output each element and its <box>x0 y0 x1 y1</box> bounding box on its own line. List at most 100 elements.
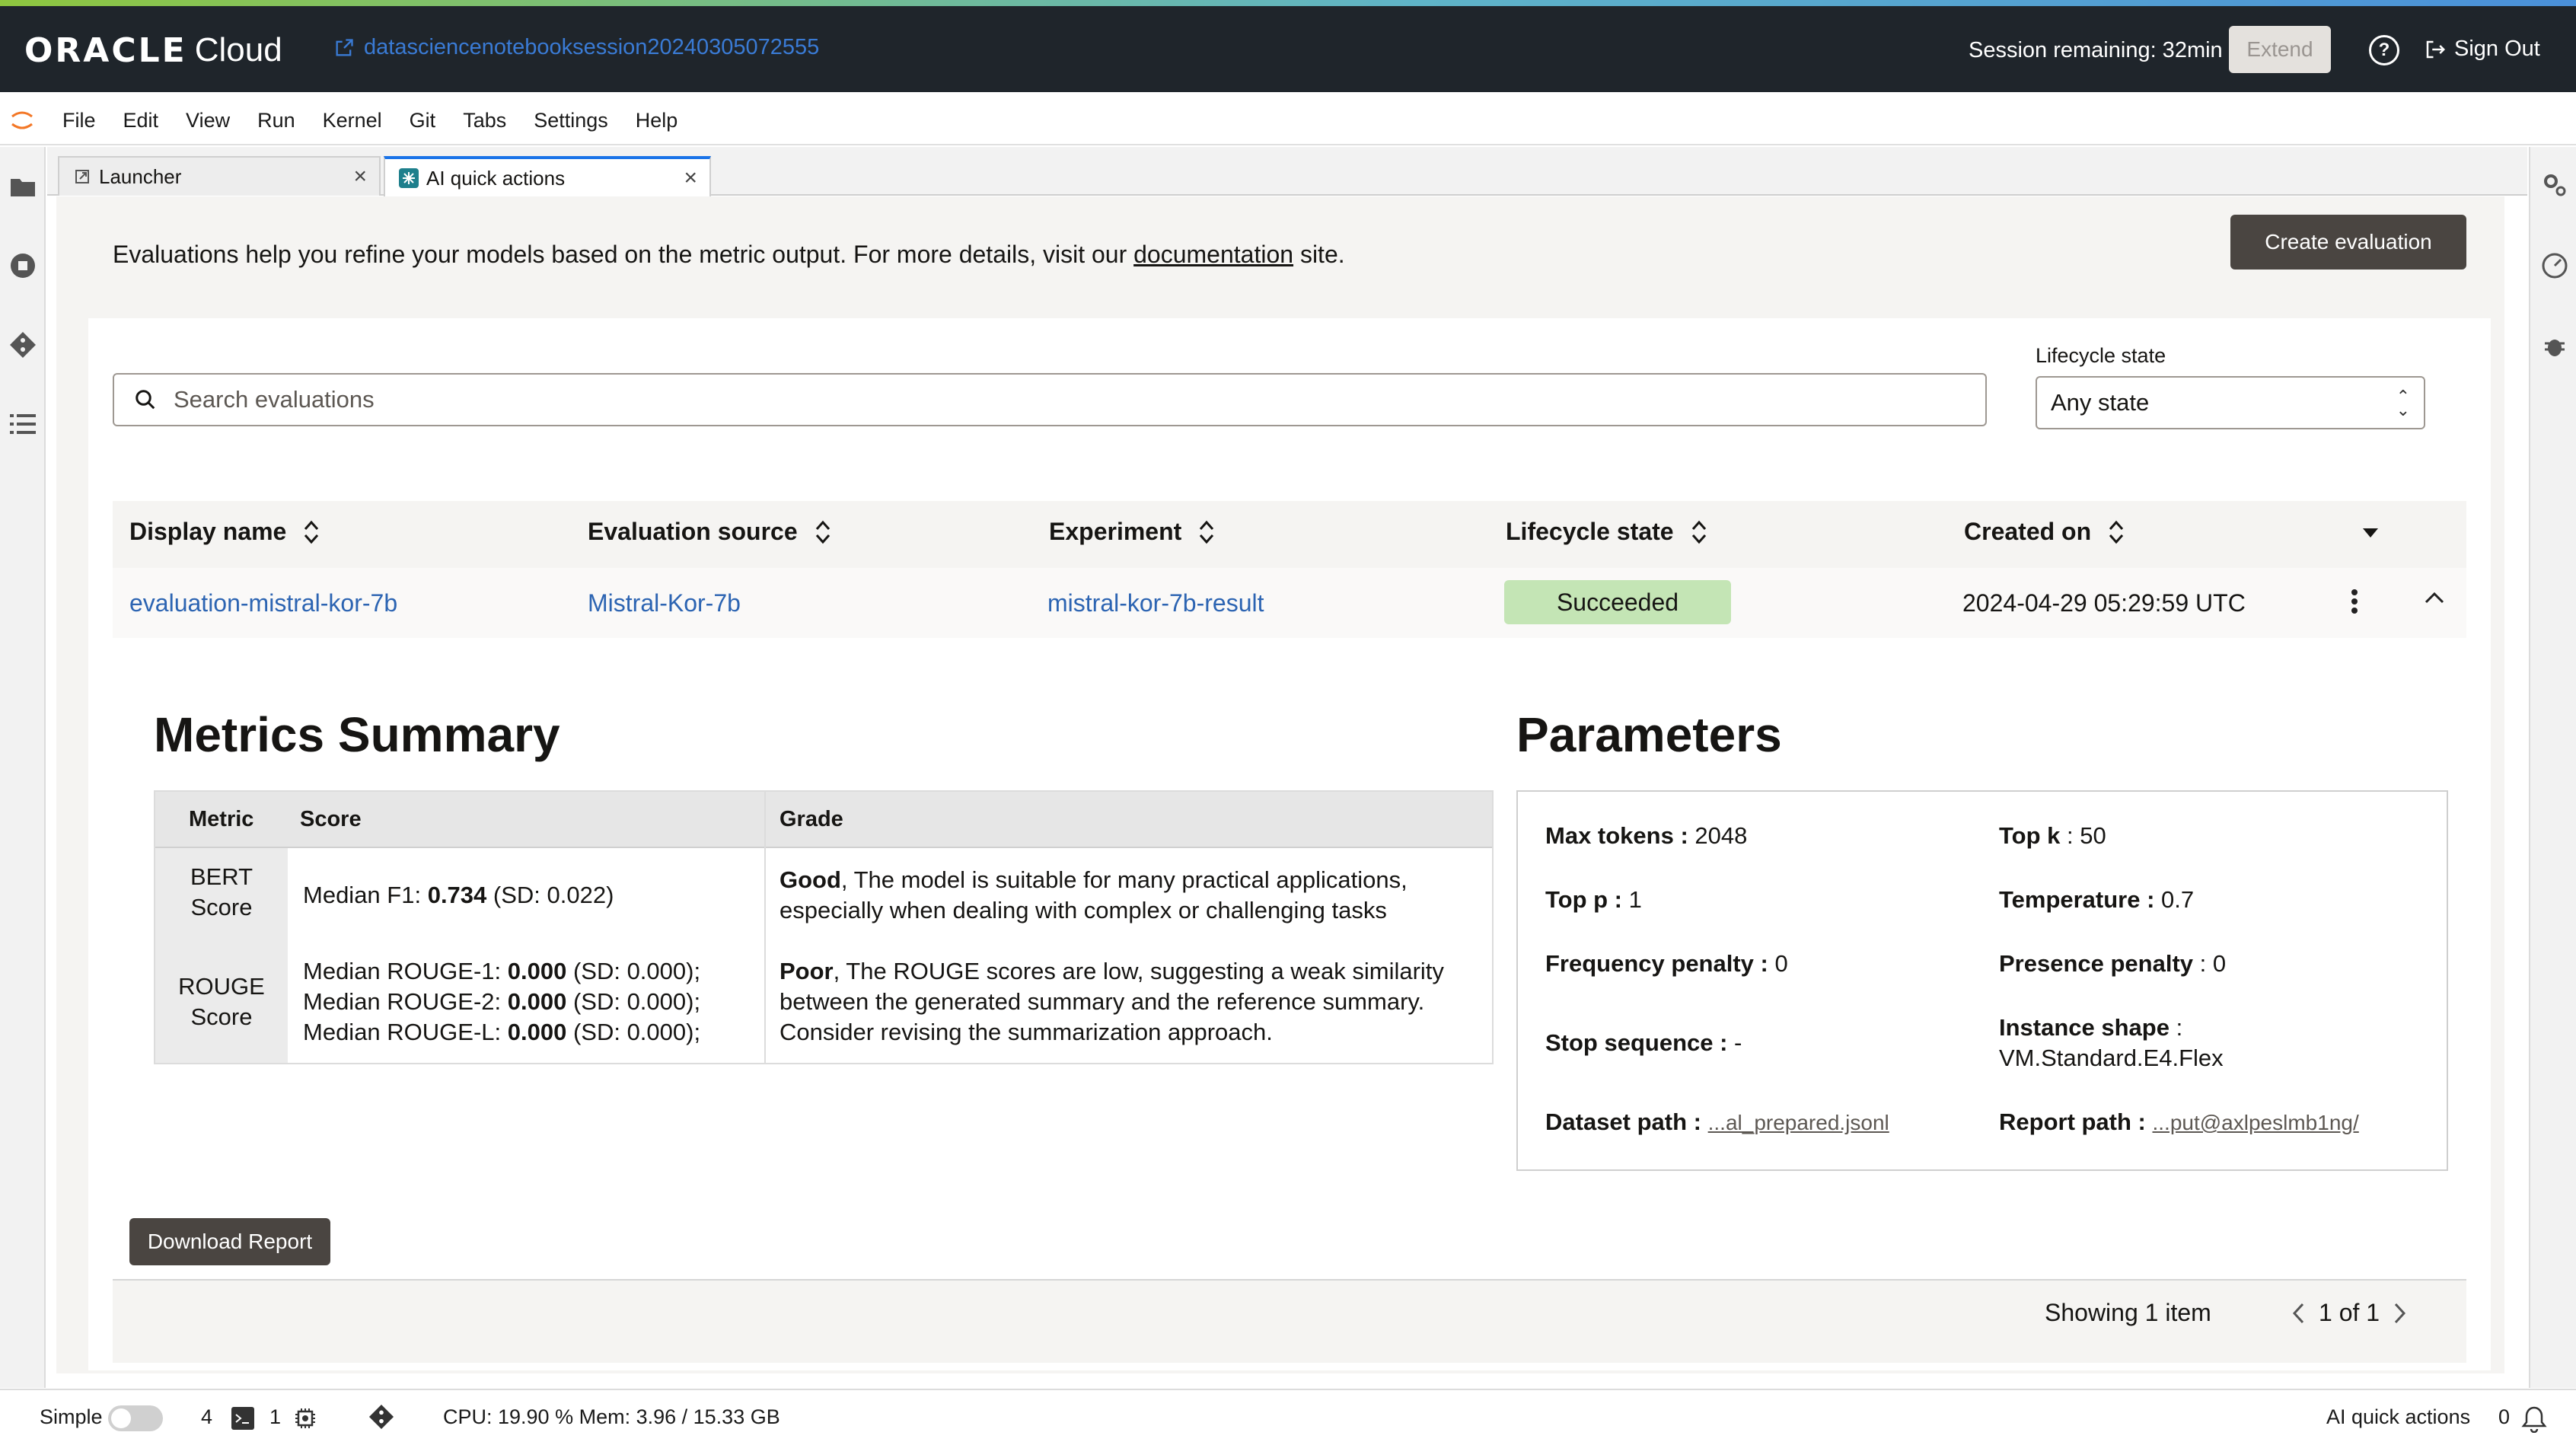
menu-tabs[interactable]: Tabs <box>463 109 506 132</box>
ai-quick-actions-icon <box>399 168 419 188</box>
column-display-name[interactable]: Display name <box>129 518 320 546</box>
status-bar: Simple 4 1 CPU: 19.90 % Mem: 3.96 / 15.3… <box>0 1389 2576 1445</box>
param-dataset-path: Dataset path : ...al_prepared.jsonl <box>1545 1107 1889 1138</box>
param-top-p-key: Top p : <box>1545 886 1622 913</box>
menu-git[interactable]: Git <box>410 109 436 132</box>
param-report-path: Report path : ...put@axlpeslmb1ng/ <box>1999 1107 2359 1138</box>
column-experiment-label: Experiment <box>1049 518 1182 545</box>
download-report-button[interactable]: Download Report <box>129 1218 330 1265</box>
evaluation-source-link[interactable]: Mistral-Kor-7b <box>588 589 741 617</box>
brand-cloud: Cloud <box>194 31 282 69</box>
score-rouge-2-prefix: Median ROUGE-2: <box>303 988 508 1015</box>
dataset-path-link[interactable]: ...al_prepared.jsonl <box>1708 1111 1889 1134</box>
running-sessions-icon[interactable] <box>8 250 38 281</box>
score-bert-value: 0.734 <box>427 882 487 908</box>
search-placeholder: Search evaluations <box>174 386 375 413</box>
menu-help[interactable]: Help <box>636 109 678 132</box>
metrics-header-score: Score <box>300 807 362 831</box>
column-created-on[interactable]: Created on <box>1964 518 2125 546</box>
close-icon[interactable]: × <box>353 164 367 190</box>
param-dataset-path-key: Dataset path : <box>1545 1108 1701 1135</box>
toggle-knob <box>111 1408 131 1428</box>
column-menu-caret-icon[interactable] <box>2361 527 2380 539</box>
score-rouge-1-suffix: (SD: 0.000); <box>566 958 701 984</box>
oracle-cloud-logo[interactable]: ORACLE Cloud <box>24 29 282 72</box>
param-instance-shape-key: Instance shape <box>1999 1014 2170 1041</box>
grade-rouge-line3: Consider revising the summarization appr… <box>779 1019 1273 1045</box>
param-temperature-key: Temperature : <box>1999 886 2155 913</box>
experiment-link[interactable]: mistral-kor-7b-result <box>1047 589 1264 617</box>
menu-view[interactable]: View <box>186 109 230 132</box>
session-remaining: Session remaining: 32min <box>1969 38 2223 62</box>
property-inspector-icon[interactable] <box>2539 170 2570 200</box>
simple-mode-toggle[interactable] <box>108 1405 163 1431</box>
terminal-icon[interactable] <box>231 1407 254 1430</box>
extend-button[interactable]: Extend <box>2229 26 2331 73</box>
param-top-p: Top p : 1 <box>1545 885 1642 915</box>
score-bert-suffix: (SD: 0.022) <box>486 882 614 908</box>
column-lifecycle-state-label: Lifecycle state <box>1506 518 1674 545</box>
search-icon <box>135 390 155 410</box>
collapse-chevron-up-icon[interactable] <box>2424 591 2445 604</box>
debugger-icon[interactable] <box>2539 331 2570 362</box>
notebook-session-name: datasciencenotebooksession20240305072555 <box>364 35 820 59</box>
intro-text-before: Evaluations help you refine your models … <box>113 241 1134 268</box>
sign-out-icon <box>2426 40 2446 58</box>
metric-rouge-line2: Score <box>190 1003 253 1030</box>
sort-icon <box>304 520 319 544</box>
documentation-link[interactable]: documentation <box>1133 241 1293 268</box>
gauge-icon[interactable] <box>2539 250 2570 281</box>
menu-settings[interactable]: Settings <box>534 109 608 132</box>
grade-rouge: Poor, The ROUGE scores are low, suggesti… <box>779 956 1444 1048</box>
param-report-path-key: Report path : <box>1999 1108 2146 1135</box>
param-temperature: Temperature : 0.7 <box>1999 885 2194 915</box>
param-max-tokens: Max tokens : 2048 <box>1545 821 1747 851</box>
parameters-title: Parameters <box>1516 707 1782 762</box>
lifecycle-filter-select[interactable]: Any state ⌃ ⌄ <box>2036 376 2425 429</box>
table-row[interactable]: evaluation-mistral-kor-7b Mistral-Kor-7b… <box>113 568 2466 638</box>
previous-page-icon[interactable] <box>2291 1301 2305 1325</box>
column-evaluation-source[interactable]: Evaluation source <box>588 518 831 546</box>
row-actions-kebab-icon[interactable] <box>2351 588 2358 615</box>
report-path-link[interactable]: ...put@axlpeslmb1ng/ <box>2153 1111 2359 1134</box>
notebook-session-link[interactable]: datasciencenotebooksession20240305072555 <box>333 35 819 60</box>
grade-rouge-line1: , The ROUGE scores are low, suggesting a… <box>833 958 1444 984</box>
kernel-chip-icon[interactable] <box>294 1407 317 1430</box>
param-top-k: Top k : 50 <box>1999 821 2106 851</box>
sign-out-button[interactable]: Sign Out <box>2424 37 2540 62</box>
table-of-contents-icon[interactable] <box>8 409 38 439</box>
column-lifecycle-state[interactable]: Lifecycle state <box>1506 518 1707 546</box>
git-icon[interactable] <box>8 330 38 360</box>
grade-bert-line2: especially when dealing with complex or … <box>779 897 1387 923</box>
score-rouge-l-prefix: Median ROUGE-L: <box>303 1019 508 1045</box>
column-experiment[interactable]: Experiment <box>1049 518 1215 546</box>
pagination: 1 of 1 <box>2291 1299 2407 1327</box>
kernel-count: 1 <box>269 1405 282 1428</box>
next-page-icon[interactable] <box>2393 1301 2407 1325</box>
folder-icon[interactable] <box>8 171 38 202</box>
table-header: Display name Evaluation source Experimen… <box>113 501 2466 568</box>
score-rouge-2-suffix: (SD: 0.000); <box>566 988 701 1015</box>
close-icon[interactable]: × <box>684 165 697 191</box>
score-rouge-l-suffix: (SD: 0.000); <box>566 1019 701 1045</box>
evaluation-name-link[interactable]: evaluation-mistral-kor-7b <box>129 589 397 617</box>
jupyter-logo-icon[interactable] <box>9 107 35 133</box>
create-evaluation-button[interactable]: Create evaluation <box>2230 215 2466 270</box>
metrics-table-header: Metric Score Grade <box>155 792 1492 848</box>
git-status-icon[interactable] <box>368 1404 394 1430</box>
sort-icon <box>1691 520 1706 544</box>
menu-edit[interactable]: Edit <box>123 109 159 132</box>
tab-ai-quick-actions[interactable]: AI quick actions × <box>384 156 711 197</box>
bell-icon[interactable] <box>2521 1405 2547 1433</box>
tab-launcher[interactable]: Launcher × <box>58 156 381 196</box>
menu-run[interactable]: Run <box>257 109 295 132</box>
column-created-on-label: Created on <box>1964 518 2092 545</box>
menu-kernel[interactable]: Kernel <box>323 109 382 132</box>
help-icon[interactable]: ? <box>2369 35 2399 65</box>
param-top-p-value: 1 <box>1622 886 1642 913</box>
score-rouge: Median ROUGE-1: 0.000 (SD: 0.000); Media… <box>303 956 700 1048</box>
resource-usage: CPU: 19.90 % Mem: 3.96 / 15.33 GB <box>443 1405 780 1428</box>
menu-file[interactable]: File <box>62 109 96 132</box>
metrics-header-metric: Metric <box>189 807 254 831</box>
search-input[interactable]: Search evaluations <box>113 373 1987 426</box>
